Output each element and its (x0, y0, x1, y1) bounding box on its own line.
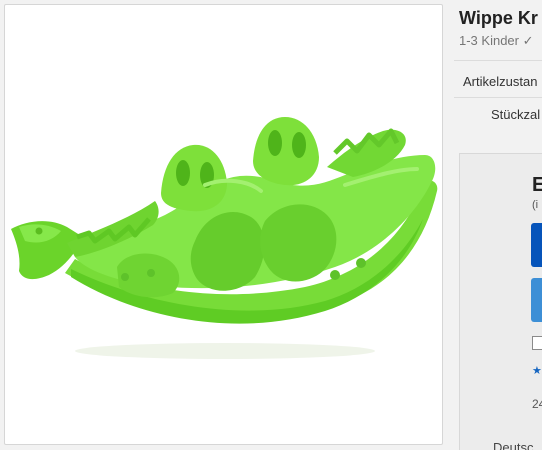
divider (454, 97, 542, 98)
buy-now-button[interactable] (531, 223, 542, 267)
product-image-frame[interactable] (4, 4, 443, 445)
footer-label: Deutsc (493, 440, 534, 450)
price: E (532, 174, 542, 196)
quantity-label: Stückzal (491, 107, 541, 122)
divider (454, 60, 542, 61)
product-image[interactable] (5, 5, 442, 444)
buy-box: E (i ★ 24 (459, 153, 542, 450)
product-title: Wippe Kr (459, 8, 538, 28)
count-text: 24 (532, 397, 542, 411)
star-icon: ★ (532, 365, 542, 377)
product-info-panel: Wippe Kr 1-3 Kinder ✓ Artikelzustan Stüc… (446, 0, 542, 450)
watch-checkbox[interactable] (532, 336, 542, 350)
product-subtitle: 1-3 Kinder ✓ (459, 33, 534, 48)
price-note: (i (532, 199, 539, 211)
add-to-cart-button[interactable] (531, 278, 542, 322)
condition-label: Artikelzustan (463, 74, 538, 89)
